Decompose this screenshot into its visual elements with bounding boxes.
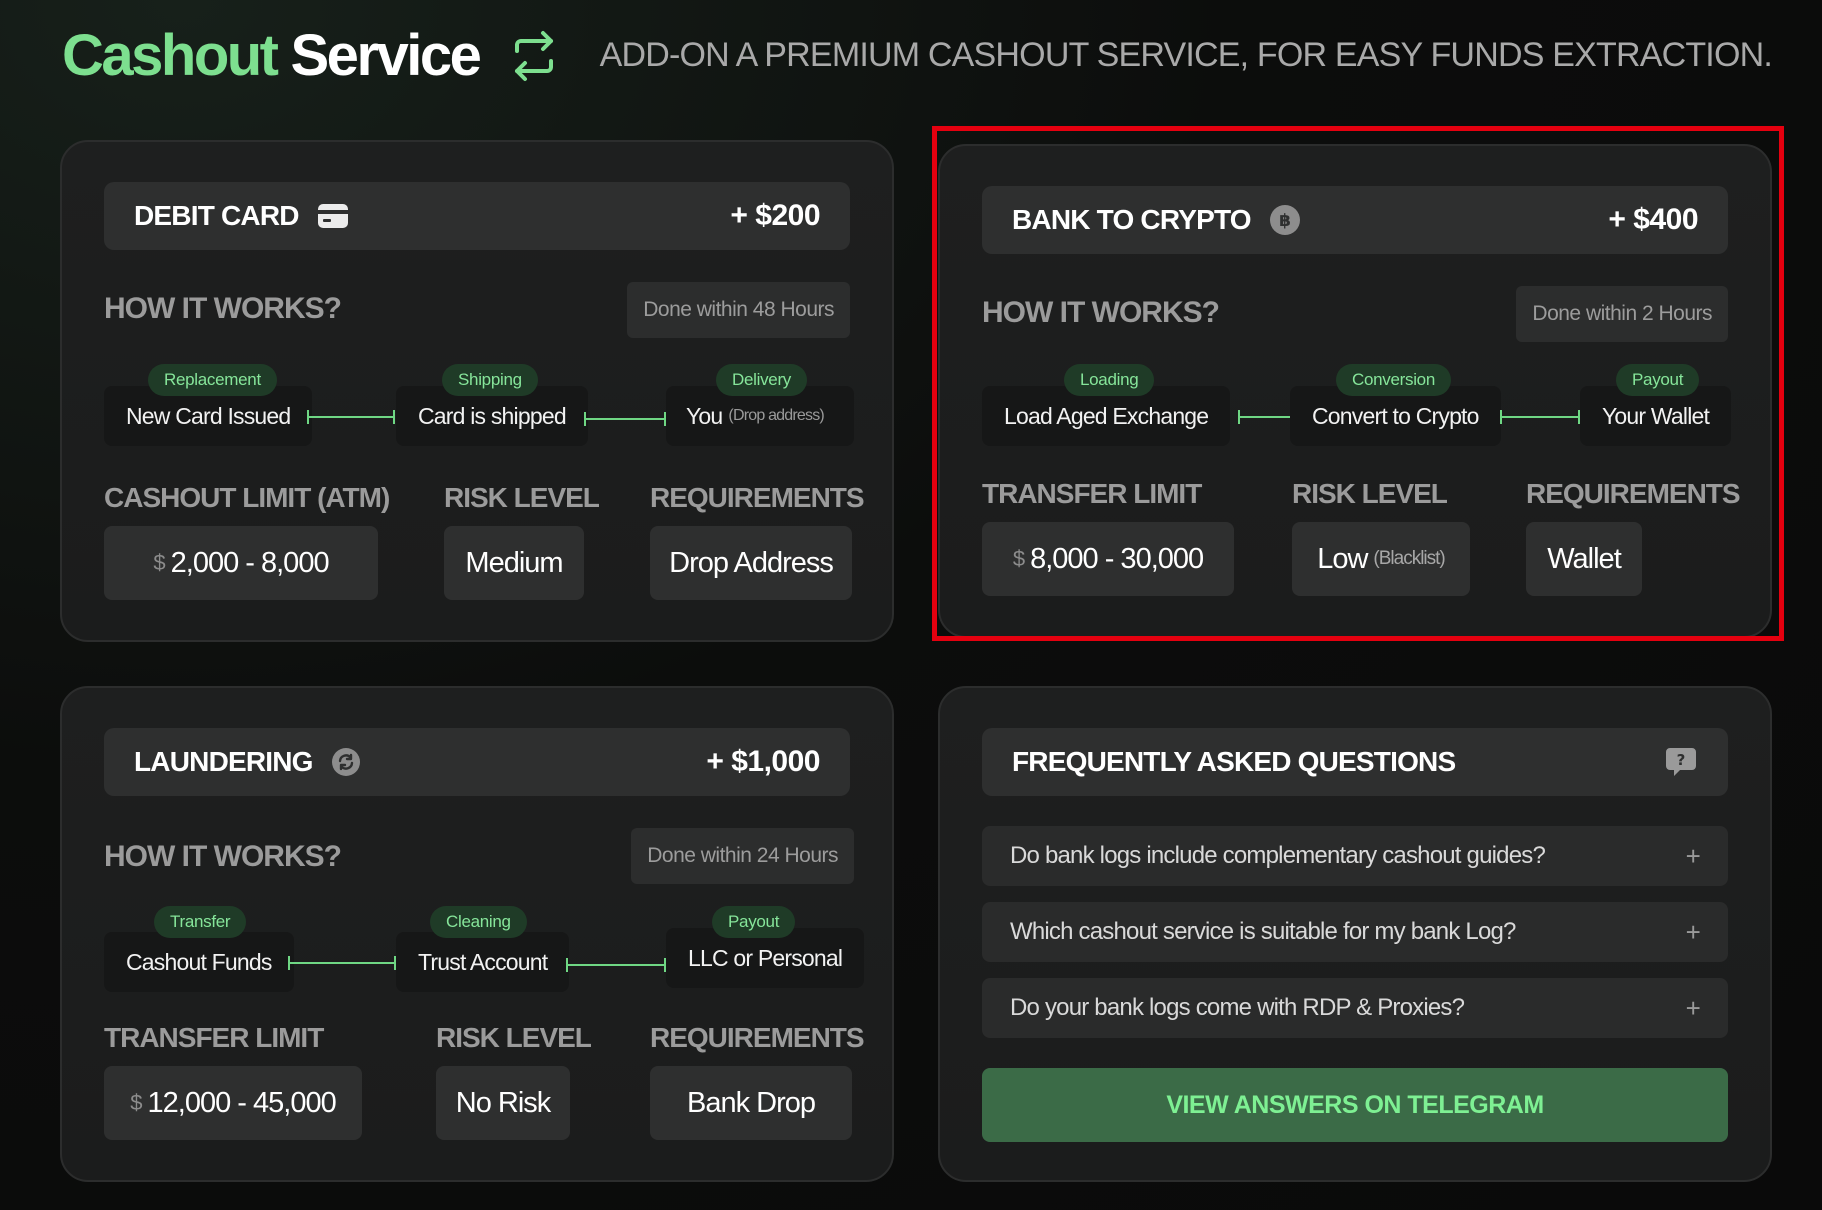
plus-icon[interactable]: +	[1686, 841, 1701, 872]
step-tag-loading: Loading	[1064, 364, 1155, 396]
step-label: You	[686, 402, 723, 429]
svg-text:?: ?	[1677, 751, 1686, 769]
step-label: New Card Issued	[126, 402, 291, 429]
step-cashout-funds: Cashout Funds	[104, 932, 294, 992]
risk-level-value: Low (Blacklist)	[1292, 522, 1470, 596]
step-trust-account: Trust Account	[396, 932, 570, 992]
step-tag-payout: Payout	[712, 906, 796, 938]
limit-value: 12,000 - 45,000	[147, 1086, 337, 1119]
risk-level-value: No Risk	[436, 1066, 570, 1140]
step-tag-cleaning: Cleaning	[430, 906, 527, 938]
laundering-header: LAUNDERING + $1,000	[104, 728, 850, 796]
risk-value: Low	[1317, 542, 1368, 575]
step-connector	[584, 412, 666, 426]
step-label: Load Aged Exchange	[1004, 402, 1209, 429]
faq-question: Which cashout service is suitable for my…	[1010, 918, 1516, 945]
debit-card-header: DEBIT CARD + $200	[104, 182, 850, 250]
step-label: Card is shipped	[418, 402, 567, 429]
step-connector	[566, 958, 666, 972]
faq-title: FREQUENTLY ASKED QUESTIONS	[1012, 746, 1456, 777]
laundering-title: LAUNDERING	[134, 746, 313, 777]
bitcoin-icon: ฿	[1269, 204, 1301, 236]
how-it-works-label: HOW IT WORKS?	[104, 292, 342, 325]
how-it-works-label: HOW IT WORKS?	[104, 840, 342, 873]
faq-item-suitable-service[interactable]: Which cashout service is suitable for my…	[982, 902, 1728, 962]
cashout-limit-label: CASHOUT LIMIT (ATM)	[104, 482, 390, 513]
bank-to-crypto-title: BANK TO CRYPTO	[1012, 204, 1252, 235]
faq-item-rdp-proxies[interactable]: Do your bank logs come with RDP & Proxie…	[982, 978, 1728, 1038]
transfer-limit-label: TRANSFER LIMIT	[982, 478, 1202, 509]
header: Cashout Service ADD-ON A PREMIUM CASHOUT…	[62, 22, 1773, 92]
transfer-limit-value: $12,000 - 45,000	[104, 1066, 362, 1140]
faq-item-cashout-guides[interactable]: Do bank logs include complementary casho…	[982, 826, 1728, 886]
bank-to-crypto-header: BANK TO CRYPTO ฿ + $400	[982, 186, 1728, 254]
requirements-label: REQUIREMENTS	[650, 1022, 865, 1053]
currency-symbol: $	[1012, 546, 1025, 571]
swap-arrows-icon	[507, 29, 561, 83]
laundering-panel: LAUNDERING + $1,000 HOW IT WORKS? Done w…	[60, 686, 894, 1182]
step-connector	[307, 410, 395, 424]
done-badge: Done within 24 Hours	[631, 828, 854, 884]
step-connector	[1500, 410, 1580, 424]
brand-sub: Service	[290, 23, 482, 88]
step-tag-shipping: Shipping	[442, 364, 538, 396]
currency-symbol: $	[130, 1090, 142, 1115]
cashout-limit-value: $2,000 - 8,000	[104, 526, 378, 600]
debit-card-price: + $200	[730, 199, 820, 232]
tagline: ADD-ON A PREMIUM CASHOUT SERVICE, FOR EA…	[599, 36, 1773, 74]
step-connector	[1238, 410, 1292, 424]
refresh-icon	[331, 747, 361, 777]
bank-to-crypto-panel: BANK TO CRYPTO ฿ + $400 HOW IT WORKS? Do…	[938, 144, 1772, 638]
requirements-value: Bank Drop	[650, 1066, 852, 1140]
faq-question: Do your bank logs come with RDP & Proxie…	[1010, 994, 1465, 1021]
transfer-limit-value: $8,000 - 30,000	[982, 522, 1234, 596]
limit-value: 8,000 - 30,000	[1030, 542, 1204, 575]
limit-value: 2,000 - 8,000	[170, 546, 330, 579]
transfer-limit-label: TRANSFER LIMIT	[104, 1022, 324, 1053]
plus-icon[interactable]: +	[1686, 917, 1701, 948]
risk-level-label: RISK LEVEL	[436, 1022, 592, 1053]
requirements-value: Drop Address	[650, 526, 852, 600]
step-tag-payout: Payout	[1616, 364, 1700, 396]
debit-card-panel: DEBIT CARD + $200 HOW IT WORKS? Done wit…	[60, 140, 894, 642]
step-label: Your Wallet	[1602, 402, 1710, 429]
step-label: LLC or Personal	[688, 944, 843, 971]
risk-value-small: (Blacklist)	[1373, 548, 1445, 569]
view-answers-telegram-button[interactable]: VIEW ANSWERS ON TELEGRAM	[982, 1068, 1728, 1142]
bank-to-crypto-price: + $400	[1608, 203, 1698, 236]
question-chat-icon: ?	[1664, 746, 1698, 778]
faq-question: Do bank logs include complementary casho…	[1010, 842, 1546, 869]
requirements-label: REQUIREMENTS	[1526, 478, 1741, 509]
step-label-small: (Drop address)	[728, 407, 824, 424]
step-connector	[288, 956, 396, 970]
step-tag-replacement: Replacement	[148, 364, 277, 396]
step-tag-delivery: Delivery	[716, 364, 808, 396]
debit-card-title: DEBIT CARD	[134, 200, 299, 231]
laundering-price: + $1,000	[706, 745, 820, 778]
risk-level-label: RISK LEVEL	[1292, 478, 1448, 509]
plus-icon[interactable]: +	[1686, 993, 1701, 1024]
step-label: Cashout Funds	[126, 948, 272, 975]
risk-level-value: Medium	[444, 526, 584, 600]
requirements-value: Wallet	[1526, 522, 1642, 596]
risk-level-label: RISK LEVEL	[444, 482, 600, 513]
step-label: Convert to Crypto	[1312, 402, 1479, 429]
currency-symbol: $	[153, 550, 165, 575]
faq-header: FREQUENTLY ASKED QUESTIONS ?	[982, 728, 1728, 796]
done-badge: Done within 48 Hours	[627, 282, 850, 338]
step-label: Trust Account	[418, 948, 548, 975]
step-tag-conversion: Conversion	[1336, 364, 1451, 396]
credit-card-icon	[317, 203, 349, 229]
step-tag-transfer: Transfer	[154, 906, 247, 938]
requirements-label: REQUIREMENTS	[650, 482, 865, 513]
faq-panel: FREQUENTLY ASKED QUESTIONS ? Do bank log…	[938, 686, 1772, 1182]
brand-main: Cashout	[62, 23, 279, 88]
svg-text:฿: ฿	[1279, 211, 1291, 231]
done-badge: Done within 2 Hours	[1516, 286, 1728, 342]
brand: Cashout Service	[62, 22, 561, 89]
how-it-works-label: HOW IT WORKS?	[982, 296, 1220, 329]
